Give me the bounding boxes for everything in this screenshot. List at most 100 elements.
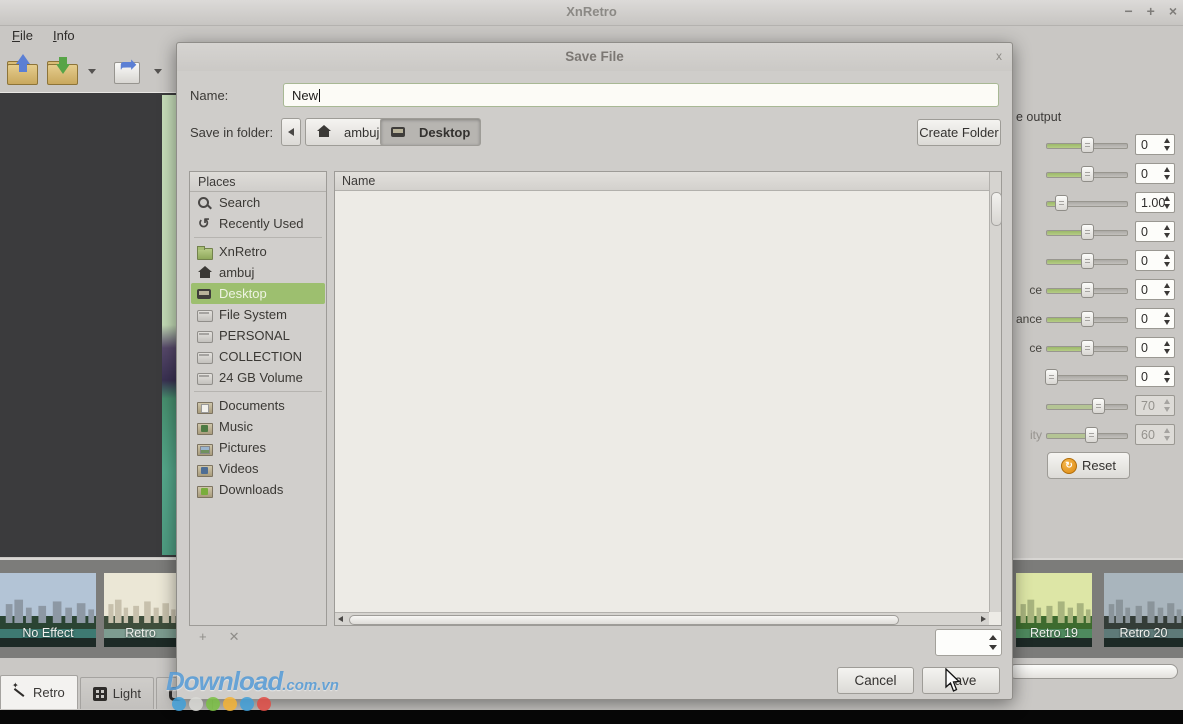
places-item[interactable]: ambuj <box>191 262 325 283</box>
slider[interactable] <box>1046 311 1126 327</box>
spin-down-icon[interactable] <box>1164 378 1170 383</box>
file-type-spinner[interactable] <box>935 629 1002 656</box>
scrollbar-thumb[interactable] <box>991 192 1002 226</box>
slider[interactable] <box>1046 282 1126 298</box>
places-item[interactable]: Search <box>191 192 325 213</box>
thumbnail-scrollbar[interactable] <box>1008 664 1178 679</box>
spin-up-icon[interactable] <box>1164 428 1170 433</box>
places-item[interactable]: Music <box>191 416 325 437</box>
value-spinbox[interactable]: 0 <box>1135 279 1175 300</box>
slider[interactable] <box>1046 340 1126 356</box>
name-column-header[interactable]: Name <box>335 172 989 191</box>
places-item[interactable]: XnRetro <box>191 241 325 262</box>
value-spinbox[interactable]: 0 <box>1135 366 1175 387</box>
vertical-scrollbar[interactable] <box>989 172 1001 612</box>
menu-item[interactable]: Info <box>49 26 79 48</box>
effect-thumbnail[interactable]: Retro <box>104 573 177 647</box>
spin-down-icon[interactable] <box>1164 262 1170 267</box>
spin-down-icon[interactable] <box>1164 436 1170 441</box>
add-bookmark-button[interactable]: + <box>199 629 207 645</box>
spin-down-icon[interactable] <box>1164 320 1170 325</box>
value-spinbox[interactable]: 0 <box>1135 221 1175 242</box>
cancel-button[interactable]: Cancel <box>837 667 914 694</box>
spin-up-icon[interactable] <box>1164 167 1170 172</box>
value-spinbox[interactable]: 0 <box>1135 337 1175 358</box>
category-tab[interactable]: Retro <box>0 675 78 709</box>
places-item[interactable]: Videos <box>191 458 325 479</box>
effect-thumbnail[interactable]: Retro 19 <box>1016 573 1092 647</box>
effect-thumbnail[interactable]: Retro 20 <box>1104 573 1183 647</box>
spin-up-icon[interactable] <box>1164 225 1170 230</box>
spin-up-icon[interactable] <box>1164 341 1170 346</box>
slider[interactable] <box>1046 398 1126 414</box>
value-spinbox[interactable]: 1.00 <box>1135 192 1175 213</box>
slider[interactable] <box>1046 253 1126 269</box>
spin-up-icon[interactable] <box>1164 196 1170 201</box>
save-image-icon[interactable] <box>46 56 78 86</box>
category-tab[interactable]: Light <box>80 677 154 709</box>
places-item[interactable]: 24 GB Volume <box>191 367 325 388</box>
effect-thumbnail[interactable]: No Effect <box>0 573 96 647</box>
spin-down-icon[interactable] <box>1164 146 1170 151</box>
value-spinbox[interactable]: 60 <box>1135 424 1175 445</box>
value-spinbox[interactable]: 0 <box>1135 308 1175 329</box>
path-segment-button[interactable]: ambuj <box>305 118 390 146</box>
places-item[interactable]: COLLECTION <box>191 346 325 367</box>
slider[interactable] <box>1046 369 1126 385</box>
slider-handle[interactable] <box>1085 427 1098 443</box>
create-folder-button[interactable]: Create Folder <box>917 119 1001 146</box>
places-item[interactable]: Recently Used <box>191 213 325 234</box>
spin-down-icon[interactable] <box>1164 204 1170 209</box>
slider-handle[interactable] <box>1045 369 1058 385</box>
share-export-icon[interactable]: ➦ <box>112 56 144 86</box>
spin-down-icon[interactable] <box>1164 175 1170 180</box>
path-segment-button[interactable]: Desktop <box>380 118 481 146</box>
menu-item[interactable]: File <box>8 26 37 48</box>
slider-handle[interactable] <box>1081 311 1094 327</box>
spin-up-icon[interactable] <box>1164 254 1170 259</box>
spin-up-icon[interactable] <box>989 635 997 640</box>
value-spinbox[interactable]: 0 <box>1135 163 1175 184</box>
spin-down-icon[interactable] <box>1164 349 1170 354</box>
reset-button[interactable]: ↻ Reset <box>1047 452 1130 479</box>
places-item[interactable]: File System <box>191 304 325 325</box>
scroll-left-icon[interactable] <box>338 616 343 622</box>
slider[interactable] <box>1046 195 1126 211</box>
places-item[interactable]: Documents <box>191 395 325 416</box>
maximize-button[interactable]: + <box>1147 3 1155 19</box>
slider-handle[interactable] <box>1081 253 1094 269</box>
places-item[interactable]: PERSONAL <box>191 325 325 346</box>
scroll-right-icon[interactable] <box>981 616 986 622</box>
slider[interactable] <box>1046 137 1126 153</box>
spin-up-icon[interactable] <box>1164 283 1170 288</box>
spin-up-icon[interactable] <box>1164 312 1170 317</box>
places-item[interactable]: Downloads <box>191 479 325 500</box>
caret-down-icon[interactable] <box>88 69 96 74</box>
value-spinbox[interactable]: 0 <box>1135 134 1175 155</box>
spin-down-icon[interactable] <box>989 645 997 650</box>
spin-down-icon[interactable] <box>1164 233 1170 238</box>
slider-handle[interactable] <box>1081 166 1094 182</box>
slider[interactable] <box>1046 427 1126 443</box>
remove-bookmark-button[interactable]: ✕ <box>229 629 240 645</box>
slider-handle[interactable] <box>1081 137 1094 153</box>
file-list[interactable]: Name <box>334 171 1002 626</box>
places-item[interactable]: Desktop <box>191 283 325 304</box>
horizontal-scrollbar[interactable] <box>335 612 989 625</box>
minimize-button[interactable]: − <box>1124 3 1132 19</box>
slider[interactable] <box>1046 166 1126 182</box>
value-spinbox[interactable]: 70 <box>1135 395 1175 416</box>
scrollbar-thumb[interactable] <box>349 615 899 625</box>
slider-handle[interactable] <box>1081 224 1094 240</box>
close-button[interactable]: × <box>1169 3 1177 19</box>
slider-handle[interactable] <box>1092 398 1105 414</box>
places-item[interactable]: Pictures <box>191 437 325 458</box>
dialog-close-icon[interactable]: x <box>996 49 1002 63</box>
open-image-icon[interactable] <box>6 56 38 86</box>
path-back-button[interactable] <box>281 118 301 146</box>
slider-handle[interactable] <box>1081 340 1094 356</box>
slider-handle[interactable] <box>1055 195 1068 211</box>
caret-down-icon[interactable] <box>154 69 162 74</box>
spin-up-icon[interactable] <box>1164 370 1170 375</box>
spin-up-icon[interactable] <box>1164 138 1170 143</box>
